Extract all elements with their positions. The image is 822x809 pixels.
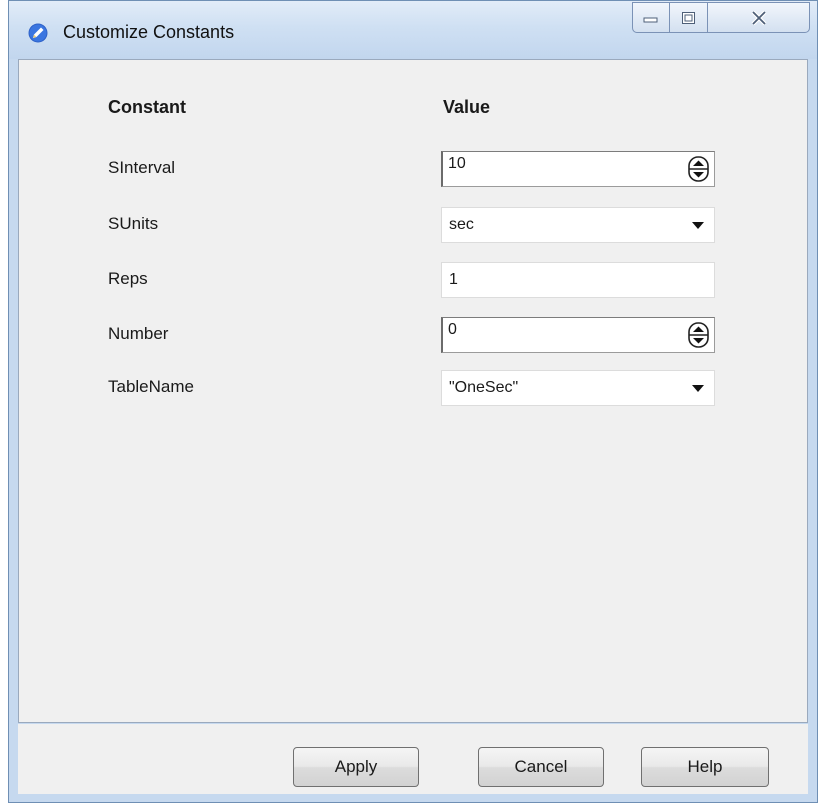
sinterval-value[interactable]: 10: [448, 147, 466, 181]
value-column-header: Value: [443, 97, 491, 117]
sinterval-spinbox[interactable]: 10: [441, 151, 715, 187]
pencil-icon: [28, 23, 48, 43]
maximize-button[interactable]: [670, 2, 708, 33]
close-button[interactable]: [708, 2, 810, 33]
sunits-value: sec: [449, 216, 474, 233]
apply-button[interactable]: Apply: [293, 747, 419, 787]
chevron-down-icon[interactable]: [692, 385, 704, 392]
number-spinbox[interactable]: 0: [441, 317, 715, 353]
chevron-down-icon[interactable]: [692, 222, 704, 229]
spin-updown-icon[interactable]: [688, 156, 709, 182]
tablename-value: "OneSec": [449, 379, 519, 396]
row-label-reps: Reps: [108, 269, 148, 288]
spin-updown-icon[interactable]: [688, 322, 709, 348]
reps-input[interactable]: 1: [441, 262, 715, 298]
constant-column-header: Constant: [108, 97, 186, 117]
window-title: Customize Constants: [63, 22, 235, 42]
minimize-button[interactable]: [632, 2, 670, 33]
row-label-tablename: TableName: [108, 377, 194, 396]
minimize-icon: [643, 17, 658, 22]
row-label-sunits: SUnits: [108, 214, 159, 233]
help-button[interactable]: Help: [641, 747, 769, 787]
cancel-button[interactable]: Cancel: [478, 747, 604, 787]
row-label-sinterval: SInterval: [108, 158, 176, 177]
tablename-dropdown[interactable]: "OneSec": [441, 370, 715, 406]
close-icon: [751, 10, 766, 25]
maximize-icon: [681, 11, 695, 24]
number-value[interactable]: 0: [448, 313, 457, 347]
reps-value[interactable]: 1: [449, 263, 458, 297]
sunits-dropdown[interactable]: sec: [441, 207, 715, 243]
window-controls: [632, 2, 810, 33]
title-bar[interactable]: Customize Constants: [9, 1, 817, 59]
row-label-number: Number: [108, 324, 169, 343]
